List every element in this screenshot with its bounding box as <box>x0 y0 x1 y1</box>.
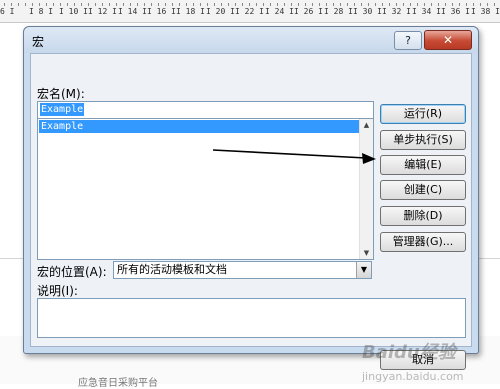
annotation-arrow <box>212 149 376 164</box>
arrow-head-icon <box>362 153 376 164</box>
arrow-line <box>212 149 367 159</box>
baidu-watermark: Baidu经验 jingyan.baidu.com <box>362 338 464 385</box>
watermark-subtext: jingyan.baidu.com <box>362 370 464 383</box>
watermark-text: Baidu经验 <box>362 342 456 363</box>
